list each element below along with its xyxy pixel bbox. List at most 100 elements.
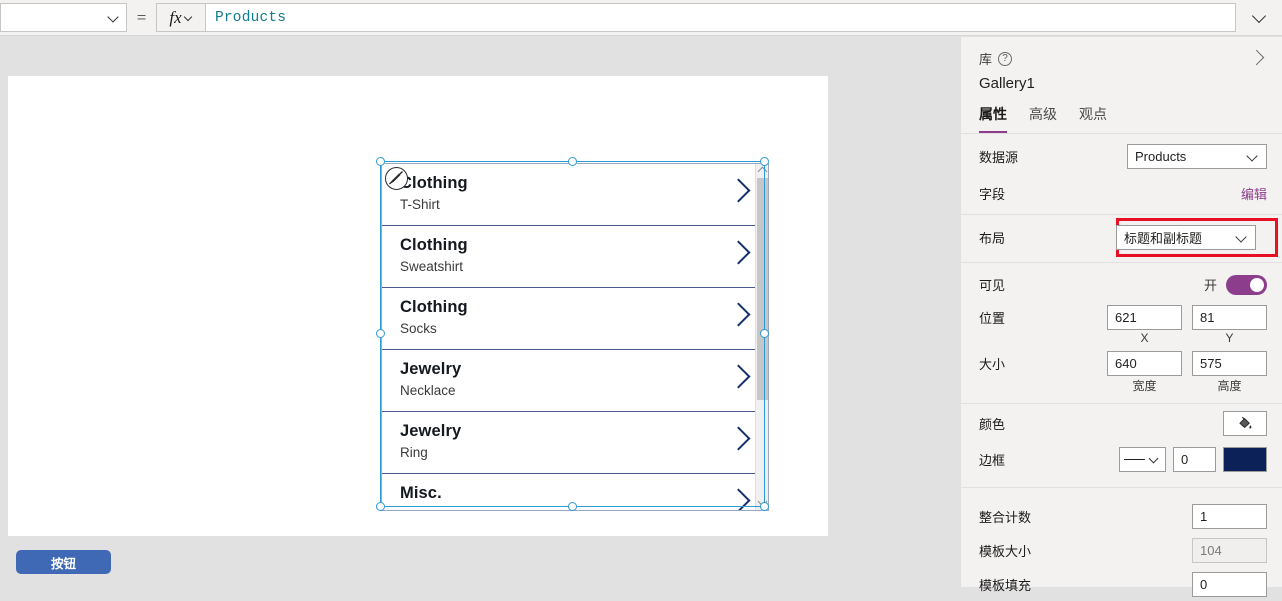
position-y-input[interactable]: 81: [1192, 304, 1267, 330]
chevron-down-icon: [1247, 150, 1260, 163]
formula-bar: = fx Products: [0, 0, 1282, 36]
list-item-title: Misc.: [400, 484, 442, 502]
template-size-label: 模板大小: [979, 543, 1032, 559]
position-y-axis-label: Y: [1225, 331, 1234, 345]
list-item-title: Clothing: [400, 298, 468, 316]
border-width-input[interactable]: 0: [1173, 446, 1216, 472]
size-height-input[interactable]: 575: [1192, 350, 1267, 376]
size-fields: 640 575: [1107, 350, 1267, 376]
list-item-title: Jewelry: [400, 422, 462, 440]
equals-sign: =: [136, 7, 147, 27]
app-screen[interactable]: Clothing T-Shirt Clothing Sweatshirt Clo…: [8, 76, 828, 574]
chevron-down-icon: [1236, 231, 1249, 244]
list-item-subtitle: Necklace: [400, 383, 456, 398]
fields-label: 字段: [979, 187, 1006, 202]
scroll-down-icon[interactable]: [757, 496, 768, 507]
position-label: 位置: [979, 310, 1006, 326]
data-source-value: Products: [1135, 149, 1187, 164]
chevron-right-icon[interactable]: [730, 306, 746, 322]
list-item[interactable]: Misc.: [382, 474, 768, 510]
size-width-input[interactable]: 640: [1107, 350, 1182, 376]
list-item-title: Clothing: [400, 174, 468, 192]
function-icon: fx: [169, 7, 182, 27]
row-size: 大小 640 575: [961, 349, 1282, 377]
row-position: 位置 621 81: [961, 303, 1282, 331]
list-item[interactable]: Clothing T-Shirt: [382, 164, 768, 226]
border-style-dropdown[interactable]: [1119, 446, 1166, 472]
list-item[interactable]: Jewelry Ring: [382, 412, 768, 474]
template-size-input: 104: [1192, 537, 1267, 563]
gallery-scrollbar[interactable]: [755, 164, 768, 510]
chevron-down-icon: [1252, 10, 1267, 25]
panel-header: 库 ? Gallery1: [961, 37, 1282, 92]
border-color-swatch[interactable]: [1223, 446, 1267, 472]
help-icon[interactable]: ?: [998, 51, 1013, 66]
size-label: 大小: [979, 356, 1006, 372]
gallery-control[interactable]: Clothing T-Shirt Clothing Sweatshirt Clo…: [381, 163, 769, 511]
list-item[interactable]: Clothing Socks: [382, 288, 768, 350]
chevron-right-icon[interactable]: [730, 182, 746, 198]
panel-kicker: 库 ?: [979, 49, 1264, 68]
row-snap-count: 整合计数 1: [961, 499, 1282, 533]
list-item[interactable]: Jewelry Necklace: [382, 350, 768, 412]
fx-dropdown-button[interactable]: fx: [156, 3, 206, 32]
row-visible: 可见 开: [961, 266, 1282, 303]
list-item-subtitle: Ring: [400, 445, 428, 460]
panel-tabs: 属性 高级 观点: [961, 104, 1282, 134]
chevron-right-icon[interactable]: [730, 430, 746, 446]
panel-subject-name: Gallery1: [979, 75, 1035, 92]
data-source-label: 数据源: [979, 150, 1019, 165]
formula-bar-expand-button[interactable]: [1236, 10, 1282, 25]
row-template-padding: 模板填充 0: [961, 567, 1282, 601]
size-height-label: 高度: [1217, 379, 1242, 393]
fill-color-button[interactable]: [1223, 411, 1267, 436]
formula-input[interactable]: Products: [206, 3, 1236, 32]
border-label: 边框: [979, 452, 1006, 468]
scrollbar-thumb[interactable]: [757, 178, 768, 400]
layout-dropdown[interactable]: 标题和副标题: [1116, 225, 1256, 250]
position-x-axis-label: X: [1140, 331, 1149, 345]
solid-line-icon: [1124, 458, 1145, 460]
tab-properties[interactable]: 属性: [979, 104, 1007, 133]
row-border: 边框 0: [961, 440, 1282, 488]
row-fields: 字段 编辑: [961, 175, 1282, 215]
fields-edit-link[interactable]: 编辑: [1241, 184, 1267, 203]
list-item-subtitle: Socks: [400, 321, 437, 336]
paint-bucket-icon: [1239, 416, 1252, 429]
visible-label: 可见: [979, 278, 1006, 293]
list-item-title: Jewelry: [400, 360, 462, 378]
list-item-subtitle: T-Shirt: [400, 197, 440, 212]
color-label: 颜色: [979, 417, 1006, 432]
visible-state-label: 开: [1203, 278, 1217, 293]
tab-views[interactable]: 观点: [1079, 104, 1107, 133]
chevron-down-icon: [108, 12, 119, 23]
snap-count-input[interactable]: 1: [1192, 503, 1267, 529]
snap-count-label: 整合计数: [979, 509, 1032, 525]
chevron-down-icon: [1149, 453, 1161, 465]
chevron-right-icon[interactable]: [730, 492, 746, 508]
properties-panel: 库 ? Gallery1 属性 高级 观点 数据源 Products 字段 编辑…: [960, 37, 1282, 597]
position-axis-labels: X Y: [961, 331, 1282, 349]
data-source-dropdown[interactable]: Products: [1127, 144, 1267, 169]
canvas-area[interactable]: Clothing T-Shirt Clothing Sweatshirt Clo…: [0, 37, 960, 587]
row-template-size: 模板大小 104: [961, 533, 1282, 567]
scroll-up-icon[interactable]: [757, 166, 768, 177]
layout-label: 布局: [979, 231, 1006, 246]
canvas-button[interactable]: 按钮: [16, 550, 111, 574]
size-axis-labels: 宽度 高度: [961, 377, 1282, 404]
chevron-down-icon: [184, 13, 193, 22]
collapse-panel-icon[interactable]: [1249, 49, 1267, 67]
size-width-label: 宽度: [1132, 379, 1157, 393]
template-padding-input[interactable]: 0: [1192, 571, 1267, 597]
position-x-input[interactable]: 621: [1107, 304, 1182, 330]
property-selector-dropdown[interactable]: [0, 3, 127, 32]
chevron-right-icon[interactable]: [730, 244, 746, 260]
tab-advanced[interactable]: 高级: [1029, 104, 1057, 133]
row-layout: 布局 标题和副标题: [961, 215, 1282, 263]
list-item[interactable]: Clothing Sweatshirt: [382, 226, 768, 288]
template-padding-label: 模板填充: [979, 577, 1032, 593]
visible-toggle[interactable]: [1226, 274, 1267, 295]
panel-kicker-label: 库: [979, 52, 993, 67]
chevron-right-icon[interactable]: [730, 368, 746, 384]
edit-pencil-icon[interactable]: [385, 167, 408, 190]
